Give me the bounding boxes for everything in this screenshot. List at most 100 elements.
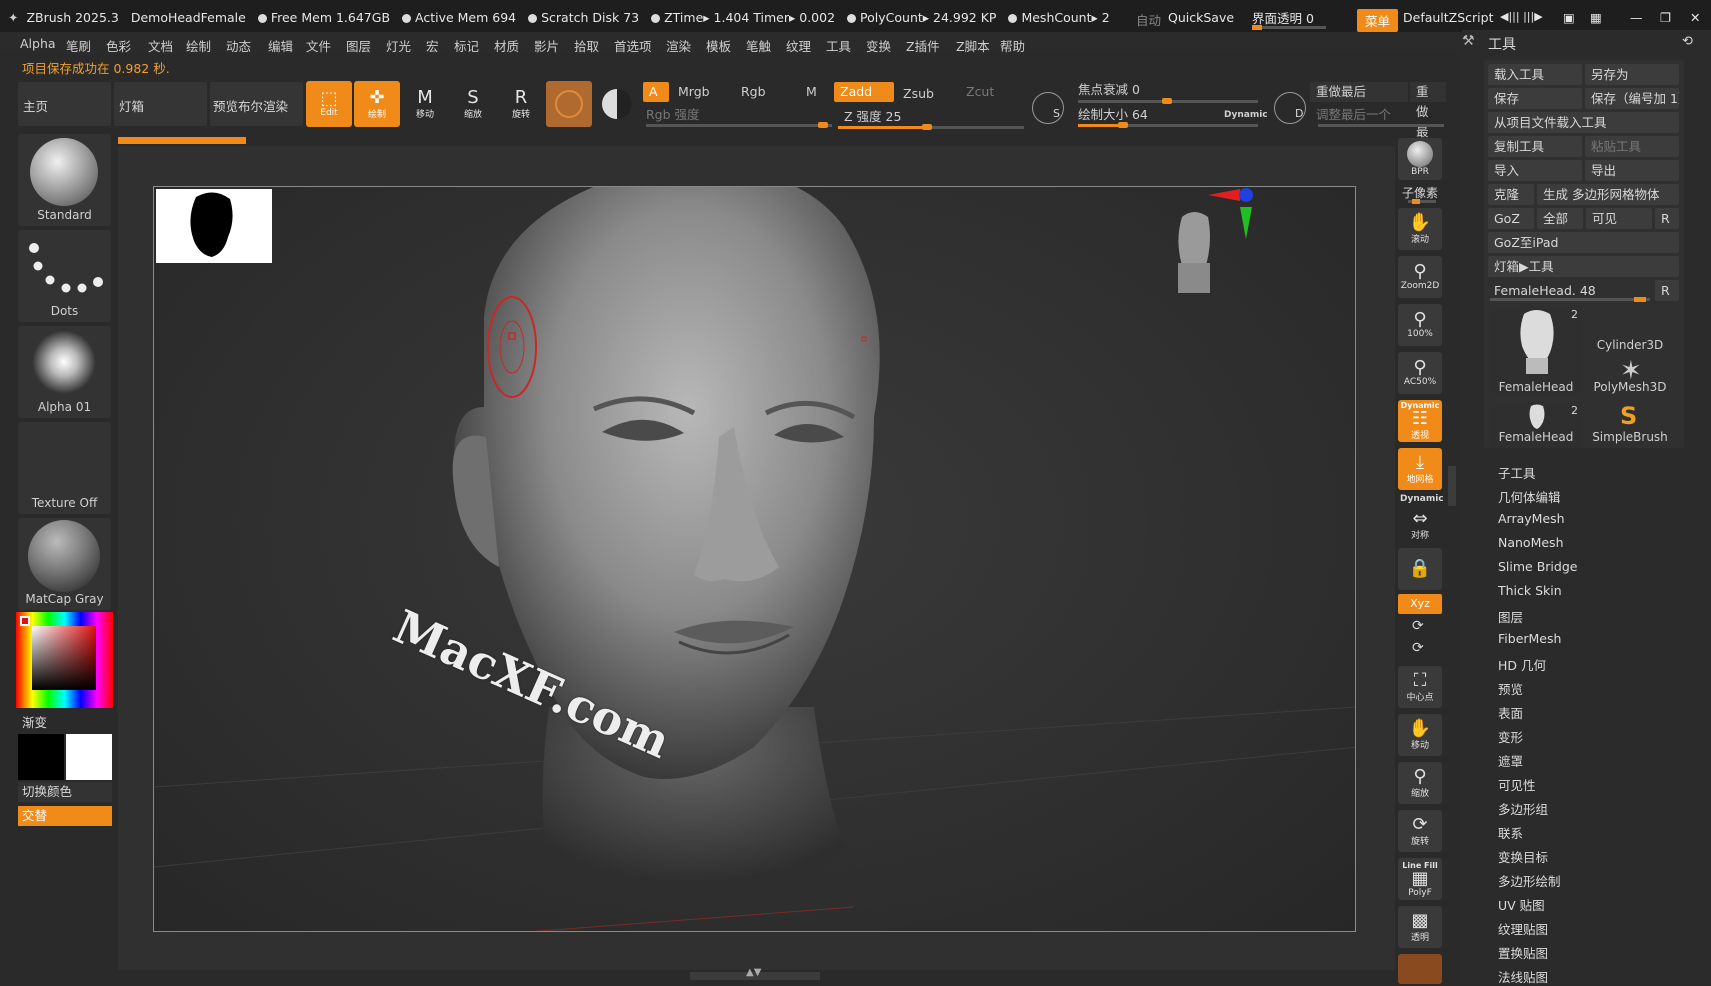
tray-collapse-handle[interactable]	[1448, 466, 1456, 506]
tool-subpalette-item[interactable]: FiberMesh	[1498, 631, 1561, 646]
menu-button[interactable]: 菜单	[1357, 9, 1399, 32]
menu-item[interactable]: 文档	[148, 36, 173, 55]
color-picker-square[interactable]	[32, 626, 96, 690]
close-icon[interactable]: ✕	[1690, 10, 1700, 25]
goz-button[interactable]: GoZ	[1488, 208, 1534, 229]
clone-button[interactable]: 克隆	[1488, 184, 1534, 205]
rgb-intensity-slider[interactable]: Rgb 强度	[640, 105, 706, 125]
gradient-label[interactable]: 渐变	[22, 712, 47, 731]
bool-render-button[interactable]: 预览布尔渲染	[210, 82, 303, 126]
material-tile[interactable]: MatCap Gray	[18, 518, 111, 610]
restore-icon[interactable]: ❐	[1660, 10, 1671, 25]
zsub-toggle[interactable]: Zsub	[897, 84, 940, 104]
menu-item[interactable]: 渲染	[666, 36, 691, 55]
focal-shift-slider[interactable]: 焦点衰减 0	[1072, 80, 1146, 100]
current-tool-r-button[interactable]: R	[1655, 280, 1679, 301]
export-button[interactable]: 导出	[1585, 160, 1679, 181]
rotate-z-icon[interactable]: ⟳	[1412, 640, 1424, 656]
menu-item[interactable]: 拾取	[574, 36, 599, 55]
rotate-button[interactable]: R 旋转	[498, 81, 544, 127]
dynamic-label[interactable]: Dynamic	[1218, 105, 1274, 125]
menu-item[interactable]: 编辑	[268, 36, 293, 55]
stroke-dots-tile[interactable]: Dots	[18, 230, 111, 322]
save-increment-button[interactable]: 保存（编号加 1）	[1585, 88, 1679, 109]
menu-item[interactable]: 帮助	[1000, 36, 1025, 55]
floor-grid-button[interactable]: ⤓ 地网格	[1398, 448, 1442, 490]
bpr-render-button[interactable]: BPR	[1398, 138, 1442, 180]
menu-item[interactable]: Alpha	[20, 36, 56, 51]
rotate-view-button[interactable]: ⟳ 旋转	[1398, 810, 1442, 852]
tool-subpalette-item[interactable]: 置换贴图	[1498, 943, 1548, 962]
menu-item[interactable]: 宏	[426, 36, 439, 55]
menu-item[interactable]: 标记	[454, 36, 479, 55]
goz-visible-button[interactable]: 可见	[1586, 208, 1652, 229]
zcut-toggle[interactable]: Zcut	[960, 82, 1000, 102]
tool-subpalette-item[interactable]: NanoMesh	[1498, 535, 1564, 550]
rotate-y-icon[interactable]: ⟳	[1412, 618, 1424, 634]
zadd-toggle[interactable]: Zadd	[834, 82, 894, 102]
menu-item[interactable]: 文件	[306, 36, 331, 55]
menu-item[interactable]: 影片	[534, 36, 559, 55]
navigation-thumbnail[interactable]	[156, 189, 272, 263]
load-tool-button[interactable]: 载入工具	[1488, 64, 1582, 85]
draw-size-knob[interactable]	[1118, 122, 1128, 128]
alpha-tile[interactable]: Alpha 01	[18, 326, 111, 418]
tool-subpalette-item[interactable]: 几何体编辑	[1498, 487, 1561, 506]
load-from-project-button[interactable]: 从项目文件载入工具	[1488, 112, 1679, 133]
tool-subpalette-item[interactable]: 变形	[1498, 727, 1523, 746]
a-toggle[interactable]: A	[643, 82, 669, 102]
tool-subpalette-item[interactable]: UV 贴图	[1498, 895, 1545, 914]
tool-subpalette-item[interactable]: Slime Bridge	[1498, 559, 1577, 574]
tool-subpalette-item[interactable]: 法线贴图	[1498, 967, 1548, 986]
tool-thumb-simplebrush[interactable]: S SimpleBrush	[1584, 402, 1676, 448]
zoom2d-button[interactable]: ⚲ Zoom2D	[1398, 256, 1442, 298]
redo-last-button[interactable]: 重做最后	[1310, 82, 1408, 102]
menu-item[interactable]: 图层	[346, 36, 371, 55]
quicksave-button[interactable]: QuickSave	[1168, 10, 1234, 25]
lightbox-button[interactable]: 灯箱	[114, 82, 207, 126]
minimize-icon[interactable]: —	[1630, 10, 1643, 25]
menu-item[interactable]: 首选项	[614, 36, 652, 55]
script-nav-icon[interactable]: ◀||| |||▶	[1500, 10, 1543, 23]
tool-subpalette-item[interactable]: 联系	[1498, 823, 1523, 842]
center-button[interactable]: ⛶ 中心点	[1398, 666, 1442, 708]
tool-subpalette-item[interactable]: 纹理贴图	[1498, 919, 1548, 938]
tool-subpalette-item[interactable]: Thick Skin	[1498, 583, 1562, 598]
redo-last-2-button[interactable]: 重做最	[1410, 82, 1446, 139]
adjust-last-button[interactable]: 调整最后一个	[1310, 105, 1397, 125]
ui-opacity-knob[interactable]	[1252, 25, 1262, 30]
tool-thumb-femalehead[interactable]: 2 FemaleHead	[1490, 306, 1582, 398]
tool-subpalette-item[interactable]: 多边形绘制	[1498, 871, 1561, 890]
tool-subpalette-item[interactable]: ArrayMesh	[1498, 511, 1565, 526]
menu-item[interactable]: 笔触	[746, 36, 771, 55]
tool-subpalette-item[interactable]: 子工具	[1498, 463, 1536, 482]
menu-item[interactable]: 动态	[226, 36, 251, 55]
tool-subpalette-item[interactable]: 变换目标	[1498, 847, 1548, 866]
draw-size-slider[interactable]: 绘制大小 64	[1072, 105, 1154, 125]
alternate-button[interactable]: 交替	[18, 806, 112, 826]
import-button[interactable]: 导入	[1488, 160, 1582, 181]
main-color-swatch[interactable]	[20, 616, 30, 626]
texture-tile[interactable]: Texture Off	[18, 422, 111, 514]
menu-item[interactable]: 模板	[706, 36, 731, 55]
menu-item[interactable]: Z插件	[906, 36, 940, 55]
lightbox-tool-button[interactable]: 灯箱▶工具	[1488, 256, 1679, 277]
paste-tool-button[interactable]: 粘贴工具	[1585, 136, 1679, 157]
menu-item[interactable]: 纹理	[786, 36, 811, 55]
layout-alt-icon[interactable]: ▦	[1590, 10, 1602, 25]
goz-all-button[interactable]: 全部	[1537, 208, 1583, 229]
menu-item[interactable]: 变换	[866, 36, 891, 55]
menu-item[interactable]: Z脚本	[956, 36, 990, 55]
move-view-button[interactable]: ✋ 移动	[1398, 714, 1442, 756]
rgb-intensity-knob[interactable]	[818, 122, 828, 128]
tool-subpalette-item[interactable]: 表面	[1498, 703, 1523, 722]
make-polymesh-button[interactable]: 生成 多边形网格物体	[1537, 184, 1679, 205]
tool-subpalette-item[interactable]: 图层	[1498, 607, 1523, 626]
z-intensity-knob[interactable]	[922, 124, 932, 130]
zoom-100-button[interactable]: ⚲ 100%	[1398, 304, 1442, 346]
tool-thumb-cylinder3d[interactable]: Cylinder3D ✶ PolyMesh3D	[1584, 306, 1676, 398]
perspective-button[interactable]: Dynamic ☷ 透视	[1398, 400, 1442, 442]
mrgb-toggle[interactable]: Mrgb	[672, 82, 716, 102]
goz-ipad-button[interactable]: GoZ至iPad	[1488, 232, 1679, 253]
menu-item[interactable]: 灯光	[386, 36, 411, 55]
